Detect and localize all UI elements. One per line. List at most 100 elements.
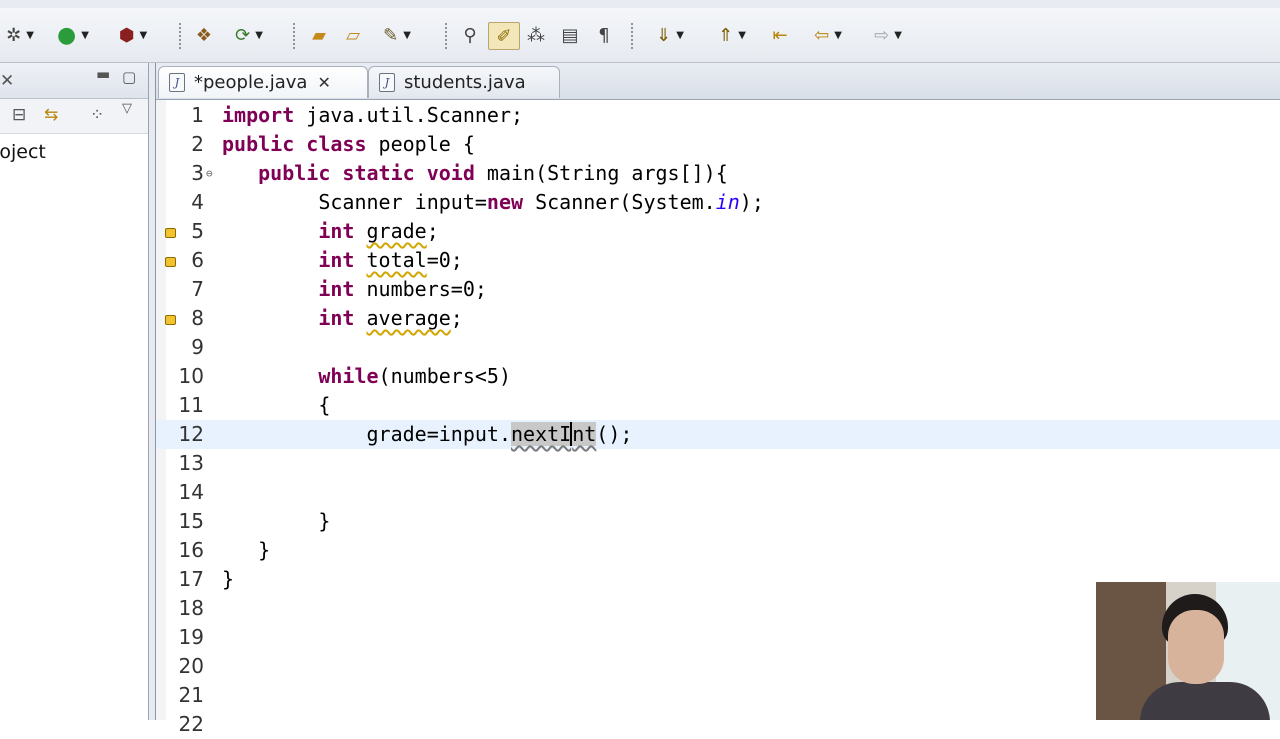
- previous-annotation-icon[interactable]: ⇑ ▼: [706, 22, 758, 48]
- java-file-icon: J: [169, 73, 185, 92]
- code-token: java.util.Scanner;: [294, 103, 524, 127]
- code-token: class: [306, 132, 367, 156]
- code-line[interactable]: 7 int numbers=0;: [156, 275, 1280, 304]
- debug-icon[interactable]: ⬢ ▼: [108, 22, 158, 48]
- code-token: public: [222, 132, 295, 156]
- last-edit-location-icon[interactable]: ⇤: [766, 22, 794, 48]
- code-line[interactable]: 9: [156, 333, 1280, 362]
- java-file-icon: J: [379, 73, 395, 92]
- toolbar-separator: [292, 22, 296, 50]
- line-number: 11: [178, 393, 204, 417]
- line-number: 9: [191, 335, 204, 359]
- link-with-editor-icon[interactable]: ⇆: [44, 105, 58, 125]
- paragraph-icon[interactable]: ¶: [590, 22, 618, 48]
- open-file-icon[interactable]: ▱: [338, 22, 368, 48]
- code-token: in: [715, 190, 740, 214]
- code-text: int grade;: [222, 217, 439, 246]
- forward-icon[interactable]: ⇨ ▼: [862, 22, 914, 48]
- code-line[interactable]: 4 Scanner input=new Scanner(System.in);: [156, 188, 1280, 217]
- code-token: static: [342, 161, 415, 185]
- chevron-down-icon[interactable]: ▽: [122, 101, 132, 116]
- toolbar-separator: [444, 22, 448, 50]
- code-line[interactable]: 14: [156, 478, 1280, 507]
- open-folder-icon[interactable]: ▰: [304, 22, 334, 48]
- code-line[interactable]: 2 public class people {: [156, 130, 1280, 159]
- code-line[interactable]: 16 }: [156, 536, 1280, 565]
- block-selection-icon[interactable]: ⁂: [522, 22, 550, 48]
- code-text: }: [222, 507, 330, 536]
- tab-students-java[interactable]: J students.java: [368, 66, 560, 98]
- close-icon[interactable]: ✕: [0, 71, 14, 91]
- code-line[interactable]: 10 while(numbers<5): [156, 362, 1280, 391]
- tab-people-java[interactable]: J *people.java ✕: [158, 66, 368, 98]
- code-token: grade=input.: [222, 422, 511, 446]
- code-token: ;: [426, 219, 439, 243]
- code-text: int numbers=0;: [222, 275, 487, 304]
- line-number: 10: [178, 364, 204, 388]
- code-token: numbers=0;: [354, 277, 487, 301]
- code-line[interactable]: 6 int total=0;: [156, 246, 1280, 275]
- code-text: Scanner input=new Scanner(System.in);: [222, 188, 764, 217]
- settings-icon[interactable]: ✲ ▼: [0, 22, 40, 48]
- code-line[interactable]: 13: [156, 449, 1280, 478]
- code-line[interactable]: 1 import java.util.Scanner;: [156, 101, 1280, 130]
- package-explorer-panel: ✕ ▬ ▢ ⊟ ⇆ ⁘ ▽ roject: [0, 63, 149, 720]
- code-text: while(numbers<5): [222, 362, 511, 391]
- code-token: ;: [450, 306, 463, 330]
- package-explorer-header: ✕ ▬ ▢: [0, 63, 148, 99]
- toggle-mark-occurrences-icon[interactable]: ✐: [488, 22, 520, 50]
- code-line[interactable]: 5 int grade;: [156, 217, 1280, 246]
- line-number: 16: [178, 538, 204, 562]
- back-icon[interactable]: ⇦ ▼: [802, 22, 854, 48]
- code-line[interactable]: 3 ⊖ public static void main(String args[]…: [156, 159, 1280, 188]
- code-token: (numbers<5): [378, 364, 511, 388]
- line-number: 15: [178, 509, 204, 533]
- code-token: int: [318, 277, 355, 301]
- search-icon[interactable]: ✎ ▼: [372, 22, 422, 48]
- tree-item-project[interactable]: roject: [0, 141, 46, 163]
- tab-label: students.java: [404, 72, 526, 93]
- code-line[interactable]: 15 }: [156, 507, 1280, 536]
- code-line[interactable]: 11 {: [156, 391, 1280, 420]
- open-type-icon[interactable]: ⟳ ▼: [224, 22, 274, 48]
- code-token: grade: [366, 219, 427, 243]
- code-text: }: [222, 536, 270, 565]
- next-annotation-icon[interactable]: ⇓ ▼: [644, 22, 696, 48]
- quick-access-icon[interactable]: ⚲: [456, 22, 484, 48]
- line-number: 7: [191, 277, 204, 301]
- minimize-icon[interactable]: ▬: [96, 65, 110, 83]
- line-number: 6: [191, 248, 204, 272]
- show-whitespace-icon[interactable]: ▤: [556, 22, 584, 48]
- code-token: =0;: [426, 248, 463, 272]
- code-token: nextI: [510, 422, 572, 446]
- fold-toggle-icon[interactable]: ⊖: [206, 159, 213, 188]
- code-token: }: [222, 538, 271, 562]
- code-line[interactable]: 12 grade=input.nextInt();: [156, 420, 1280, 449]
- code-token: }: [222, 567, 235, 591]
- line-number: 14: [178, 480, 204, 504]
- new-java-project-icon[interactable]: ❖: [190, 22, 218, 48]
- line-number: 22: [178, 712, 204, 736]
- line-number: 20: [178, 654, 204, 678]
- collapse-all-icon[interactable]: ⊟: [12, 105, 26, 125]
- code-text: grade=input.nextInt();: [222, 420, 632, 449]
- code-line[interactable]: 8 int average;: [156, 304, 1280, 333]
- line-number: 18: [178, 596, 204, 620]
- webcam-overlay: [1096, 582, 1280, 720]
- line-number: 17: [178, 567, 204, 591]
- run-icon[interactable]: ● ▼: [48, 22, 98, 48]
- line-number: 2: [191, 132, 204, 156]
- view-menu-icon[interactable]: ⁘: [90, 105, 104, 125]
- code-token: Scanner(System.: [523, 190, 716, 214]
- maximize-icon[interactable]: ▢: [122, 68, 136, 86]
- code-text: }: [222, 565, 234, 594]
- code-text: public class people {: [222, 130, 475, 159]
- close-icon[interactable]: ✕: [317, 73, 330, 92]
